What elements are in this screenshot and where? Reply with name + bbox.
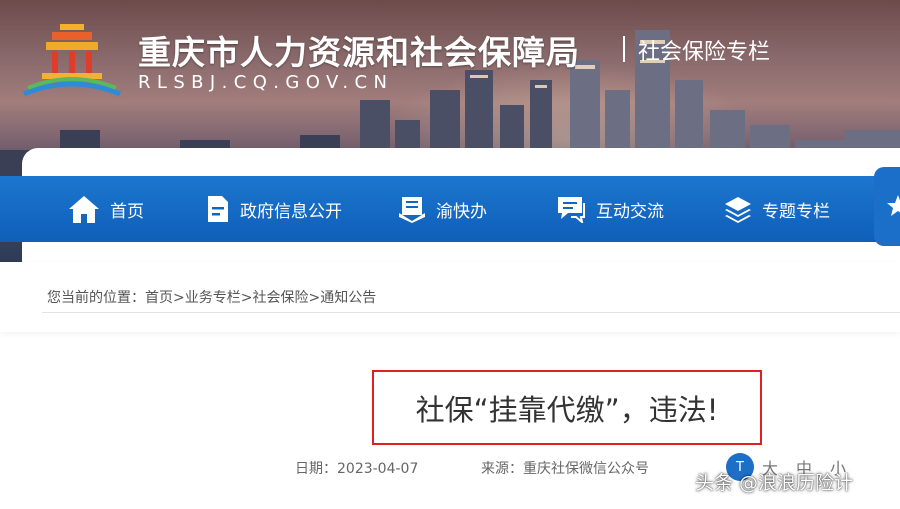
article-title-text: 社保“挂靠代缴”，违法! <box>415 392 719 427</box>
nav-label: 互动交流 <box>596 201 664 222</box>
book-icon <box>399 197 425 223</box>
breadcrumb-prefix: 您当前的位置： <box>47 290 145 306</box>
nav-item-home[interactable]: 首页 <box>68 176 144 242</box>
breadcrumb-divider <box>42 312 900 313</box>
site-url: RLSBJ.CQ.GOV.CN <box>138 72 394 93</box>
nav-item-yukuaiban[interactable]: 渝快办 <box>398 176 487 242</box>
nav-label: 渝快办 <box>436 201 487 222</box>
layers-icon <box>725 197 751 223</box>
site-subtitle: 社会保险专栏 <box>638 40 771 65</box>
nav-label: 政府信息公开 <box>240 201 342 222</box>
source-value: 重庆社保微信公众号 <box>523 461 649 477</box>
chat-icon <box>558 197 585 223</box>
site-title: 重庆市人力资源和社会保障局 <box>138 33 580 72</box>
source-label: 来源： <box>481 461 523 477</box>
main-nav: 首页 政府信息公开 渝快办 互动交流 专题专栏 <box>0 176 876 242</box>
watermark-text: 头条 @浪浪历险计 <box>695 472 854 494</box>
nav-side-tab[interactable] <box>874 167 900 246</box>
nav-label: 专题专栏 <box>762 201 830 222</box>
article-date: 日期：2023-04-07 <box>295 458 418 478</box>
date-value: 2023-04-07 <box>337 461 419 477</box>
breadcrumb: 您当前的位置：首页>业务专栏>社会保险>通知公告 <box>47 287 376 307</box>
article-source: 来源：重庆社保微信公众号 <box>481 458 649 478</box>
document-icon <box>208 196 228 222</box>
home-icon <box>69 196 99 223</box>
nav-label: 首页 <box>110 201 144 222</box>
nav-item-gov-info[interactable]: 政府信息公开 <box>206 176 342 242</box>
nav-item-topics[interactable]: 专题专栏 <box>724 176 830 242</box>
breadcrumb-path[interactable]: 首页>业务专栏>社会保险>通知公告 <box>145 290 376 306</box>
date-label: 日期： <box>295 461 337 477</box>
ministry-logo <box>23 24 121 97</box>
title-divider <box>623 36 625 62</box>
star-icon <box>887 195 900 216</box>
article-title: 社保“挂靠代缴”，违法! <box>372 370 762 445</box>
nav-item-interaction[interactable]: 互动交流 <box>556 176 664 242</box>
